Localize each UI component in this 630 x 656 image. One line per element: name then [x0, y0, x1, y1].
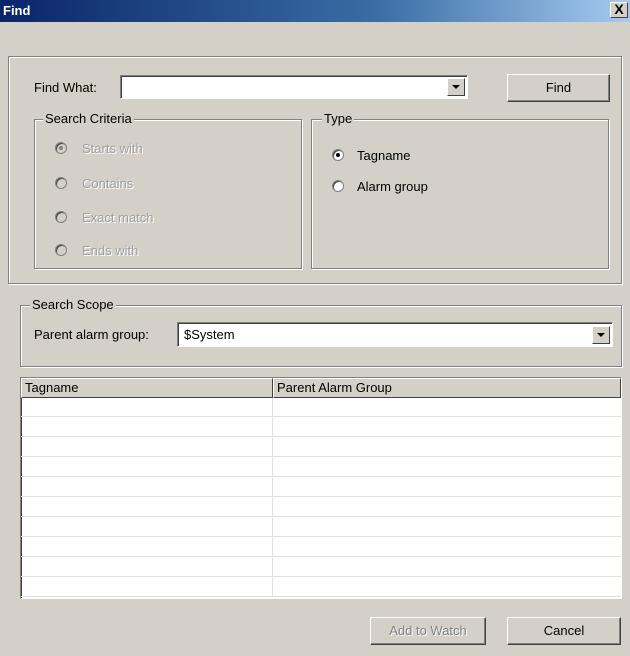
- parent-alarm-group-value: $System: [184, 327, 235, 342]
- table-cell-tagname: [21, 558, 273, 577]
- close-icon: X: [614, 1, 624, 17]
- table-cell-tagname: [21, 398, 273, 417]
- table-cell-parent-alarm-group: [273, 518, 621, 537]
- column-header-label: Parent Alarm Group: [277, 380, 392, 395]
- find-what-combo[interactable]: [120, 75, 468, 99]
- radio-starts-with[interactable]: Starts with: [55, 141, 255, 159]
- radio-label: Contains: [82, 176, 134, 191]
- radio-ends-with[interactable]: Ends with: [55, 243, 255, 261]
- radio-button: [55, 244, 67, 256]
- radio-label: Tagname: [357, 148, 411, 163]
- radio-button: [55, 177, 67, 189]
- radio-tagname[interactable]: Tagname: [332, 147, 532, 165]
- table-row[interactable]: [21, 498, 621, 517]
- table-cell-tagname: [21, 518, 273, 537]
- table-cell-parent-alarm-group: [273, 538, 621, 557]
- table-cell-tagname: [21, 478, 273, 497]
- radio-label: Ends with: [82, 243, 139, 258]
- search-scope-legend: Search Scope: [30, 297, 116, 312]
- table-row[interactable]: [21, 438, 621, 457]
- title-bar: Find X: [0, 0, 630, 22]
- table-cell-parent-alarm-group: [273, 498, 621, 517]
- column-header-parent-alarm-group[interactable]: Parent Alarm Group: [273, 378, 621, 398]
- table-row[interactable]: [21, 558, 621, 577]
- search-criteria-legend: Search Criteria: [43, 111, 134, 126]
- table-cell-tagname: [21, 538, 273, 557]
- table-cell-tagname: [21, 458, 273, 477]
- column-header-tagname[interactable]: Tagname: [21, 378, 273, 398]
- type-legend: Type: [322, 111, 355, 126]
- radio-exact-match[interactable]: Exact match: [55, 210, 255, 228]
- table-cell-parent-alarm-group: [273, 578, 621, 597]
- find-what-dropdown-button[interactable]: [447, 78, 465, 96]
- radio-contains[interactable]: Contains: [55, 176, 255, 194]
- window-title: Find: [3, 3, 31, 18]
- table-cell-tagname: [21, 498, 273, 517]
- table-cell-parent-alarm-group: [273, 558, 621, 577]
- table-cell-parent-alarm-group: [273, 458, 621, 477]
- table-cell-tagname: [21, 418, 273, 437]
- table-cell-parent-alarm-group: [273, 438, 621, 457]
- table-cell-parent-alarm-group: [273, 418, 621, 437]
- table-cell-tagname: [21, 438, 273, 457]
- cancel-button[interactable]: Cancel: [507, 617, 621, 645]
- table-cell-tagname: [21, 578, 273, 597]
- radio-alarm-group[interactable]: Alarm group: [332, 178, 532, 196]
- results-table[interactable]: Tagname Parent Alarm Group: [20, 377, 622, 599]
- cancel-label: Cancel: [543, 623, 585, 638]
- find-what-label: Find What:: [34, 80, 97, 95]
- find-button-label: Find: [545, 80, 572, 95]
- parent-alarm-group-dropdown-button[interactable]: [592, 326, 610, 344]
- column-header-label: Tagname: [25, 380, 79, 395]
- table-row[interactable]: [21, 478, 621, 497]
- table-row[interactable]: [21, 418, 621, 437]
- radio-label: Starts with: [82, 141, 143, 156]
- table-cell-parent-alarm-group: [273, 398, 621, 417]
- table-row[interactable]: [21, 398, 621, 417]
- radio-button: [55, 211, 67, 223]
- radio-label: Exact match: [82, 210, 154, 225]
- find-button[interactable]: Find: [507, 74, 610, 102]
- radio-button: [332, 149, 344, 161]
- radio-label: Alarm group: [357, 179, 428, 194]
- table-row[interactable]: [21, 578, 621, 597]
- parent-alarm-group-combo[interactable]: $System: [177, 322, 613, 347]
- radio-button: [332, 180, 344, 192]
- close-button[interactable]: X: [610, 2, 628, 18]
- table-row[interactable]: [21, 458, 621, 477]
- parent-alarm-group-label: Parent alarm group:: [34, 327, 149, 342]
- table-row[interactable]: [21, 538, 621, 557]
- add-to-watch-label: Add to Watch: [389, 623, 467, 638]
- table-row[interactable]: [21, 518, 621, 537]
- add-to-watch-button[interactable]: Add to Watch: [370, 617, 486, 645]
- radio-button: [55, 142, 67, 154]
- table-cell-parent-alarm-group: [273, 478, 621, 497]
